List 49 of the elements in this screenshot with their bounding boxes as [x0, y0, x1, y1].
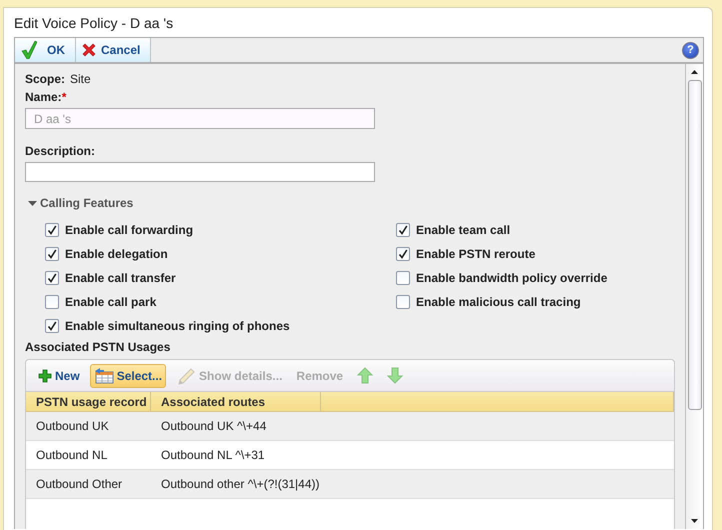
table-cell-text: Outbound Other: [35, 477, 124, 492]
window-title: Edit Voice Policy - D aa 's: [13, 14, 174, 33]
checkbox[interactable]: [45, 295, 59, 310]
checkbox-label: Enable malicious call tracing: [416, 295, 581, 310]
checkbox[interactable]: [396, 247, 410, 262]
up-arrow-icon: [357, 367, 374, 384]
name-label: Name:*: [25, 90, 68, 104]
x-icon: [82, 43, 96, 57]
checkbox-label: Enable team call: [416, 223, 510, 238]
checkbox[interactable]: [45, 271, 59, 286]
select-button[interactable]: Select...: [90, 364, 166, 388]
section-toggle[interactable]: Calling Features: [28, 195, 675, 212]
table-cell-text: Outbound NL: [35, 448, 108, 462]
down-arrow-icon: [387, 367, 404, 384]
checkbox-label: Enable simultaneous ringing of phones: [65, 319, 290, 334]
scope-value: Site: [70, 72, 91, 86]
checkmark-icon: [21, 41, 37, 59]
description-label: Description:: [25, 144, 96, 158]
table-cell-text: Outbound UK: [35, 419, 110, 434]
pencil-icon: [176, 366, 196, 385]
table-cell-text: Outbound NL ^\+31: [160, 448, 266, 462]
table-cell-text: Outbound UK ^\+44: [160, 419, 268, 434]
scrollbar[interactable]: [685, 64, 703, 529]
checkbox[interactable]: [396, 295, 410, 310]
scroll-up-icon[interactable]: [691, 70, 698, 74]
checkbox-label: Enable PSTN reroute: [416, 247, 536, 262]
section-label: Associated PSTN Usages: [25, 340, 172, 354]
checkbox[interactable]: [45, 319, 59, 334]
scroll-down-icon[interactable]: [691, 519, 698, 523]
checkbox-label: Enable call forwarding: [65, 223, 194, 238]
checkbox-label: Enable delegation: [65, 247, 168, 262]
cancel-button[interactable]: Cancel: [76, 38, 152, 62]
checkbox[interactable]: [45, 223, 59, 238]
description-field[interactable]: [25, 162, 375, 182]
table-icon: [94, 368, 114, 384]
help-icon[interactable]: ?: [682, 42, 699, 58]
checkbox-label: Enable call park: [65, 295, 156, 310]
new-button[interactable]: New: [34, 364, 84, 388]
checkbox[interactable]: [396, 223, 410, 238]
checkbox-label: Enable call transfer: [65, 271, 176, 286]
column-header[interactable]: Associated routes: [151, 392, 321, 412]
ok-button[interactable]: OK: [15, 38, 76, 62]
column-header[interactable]: PSTN usage record: [26, 392, 151, 412]
plus-icon: [38, 368, 52, 383]
checkbox[interactable]: [396, 271, 410, 286]
table-cell-text: Outbound other ^\+(?!(31|44)): [160, 477, 321, 492]
checkbox[interactable]: [45, 247, 59, 262]
scope-label: Scope:: [25, 72, 66, 86]
checkbox-label: Enable bandwidth policy override: [416, 271, 608, 286]
